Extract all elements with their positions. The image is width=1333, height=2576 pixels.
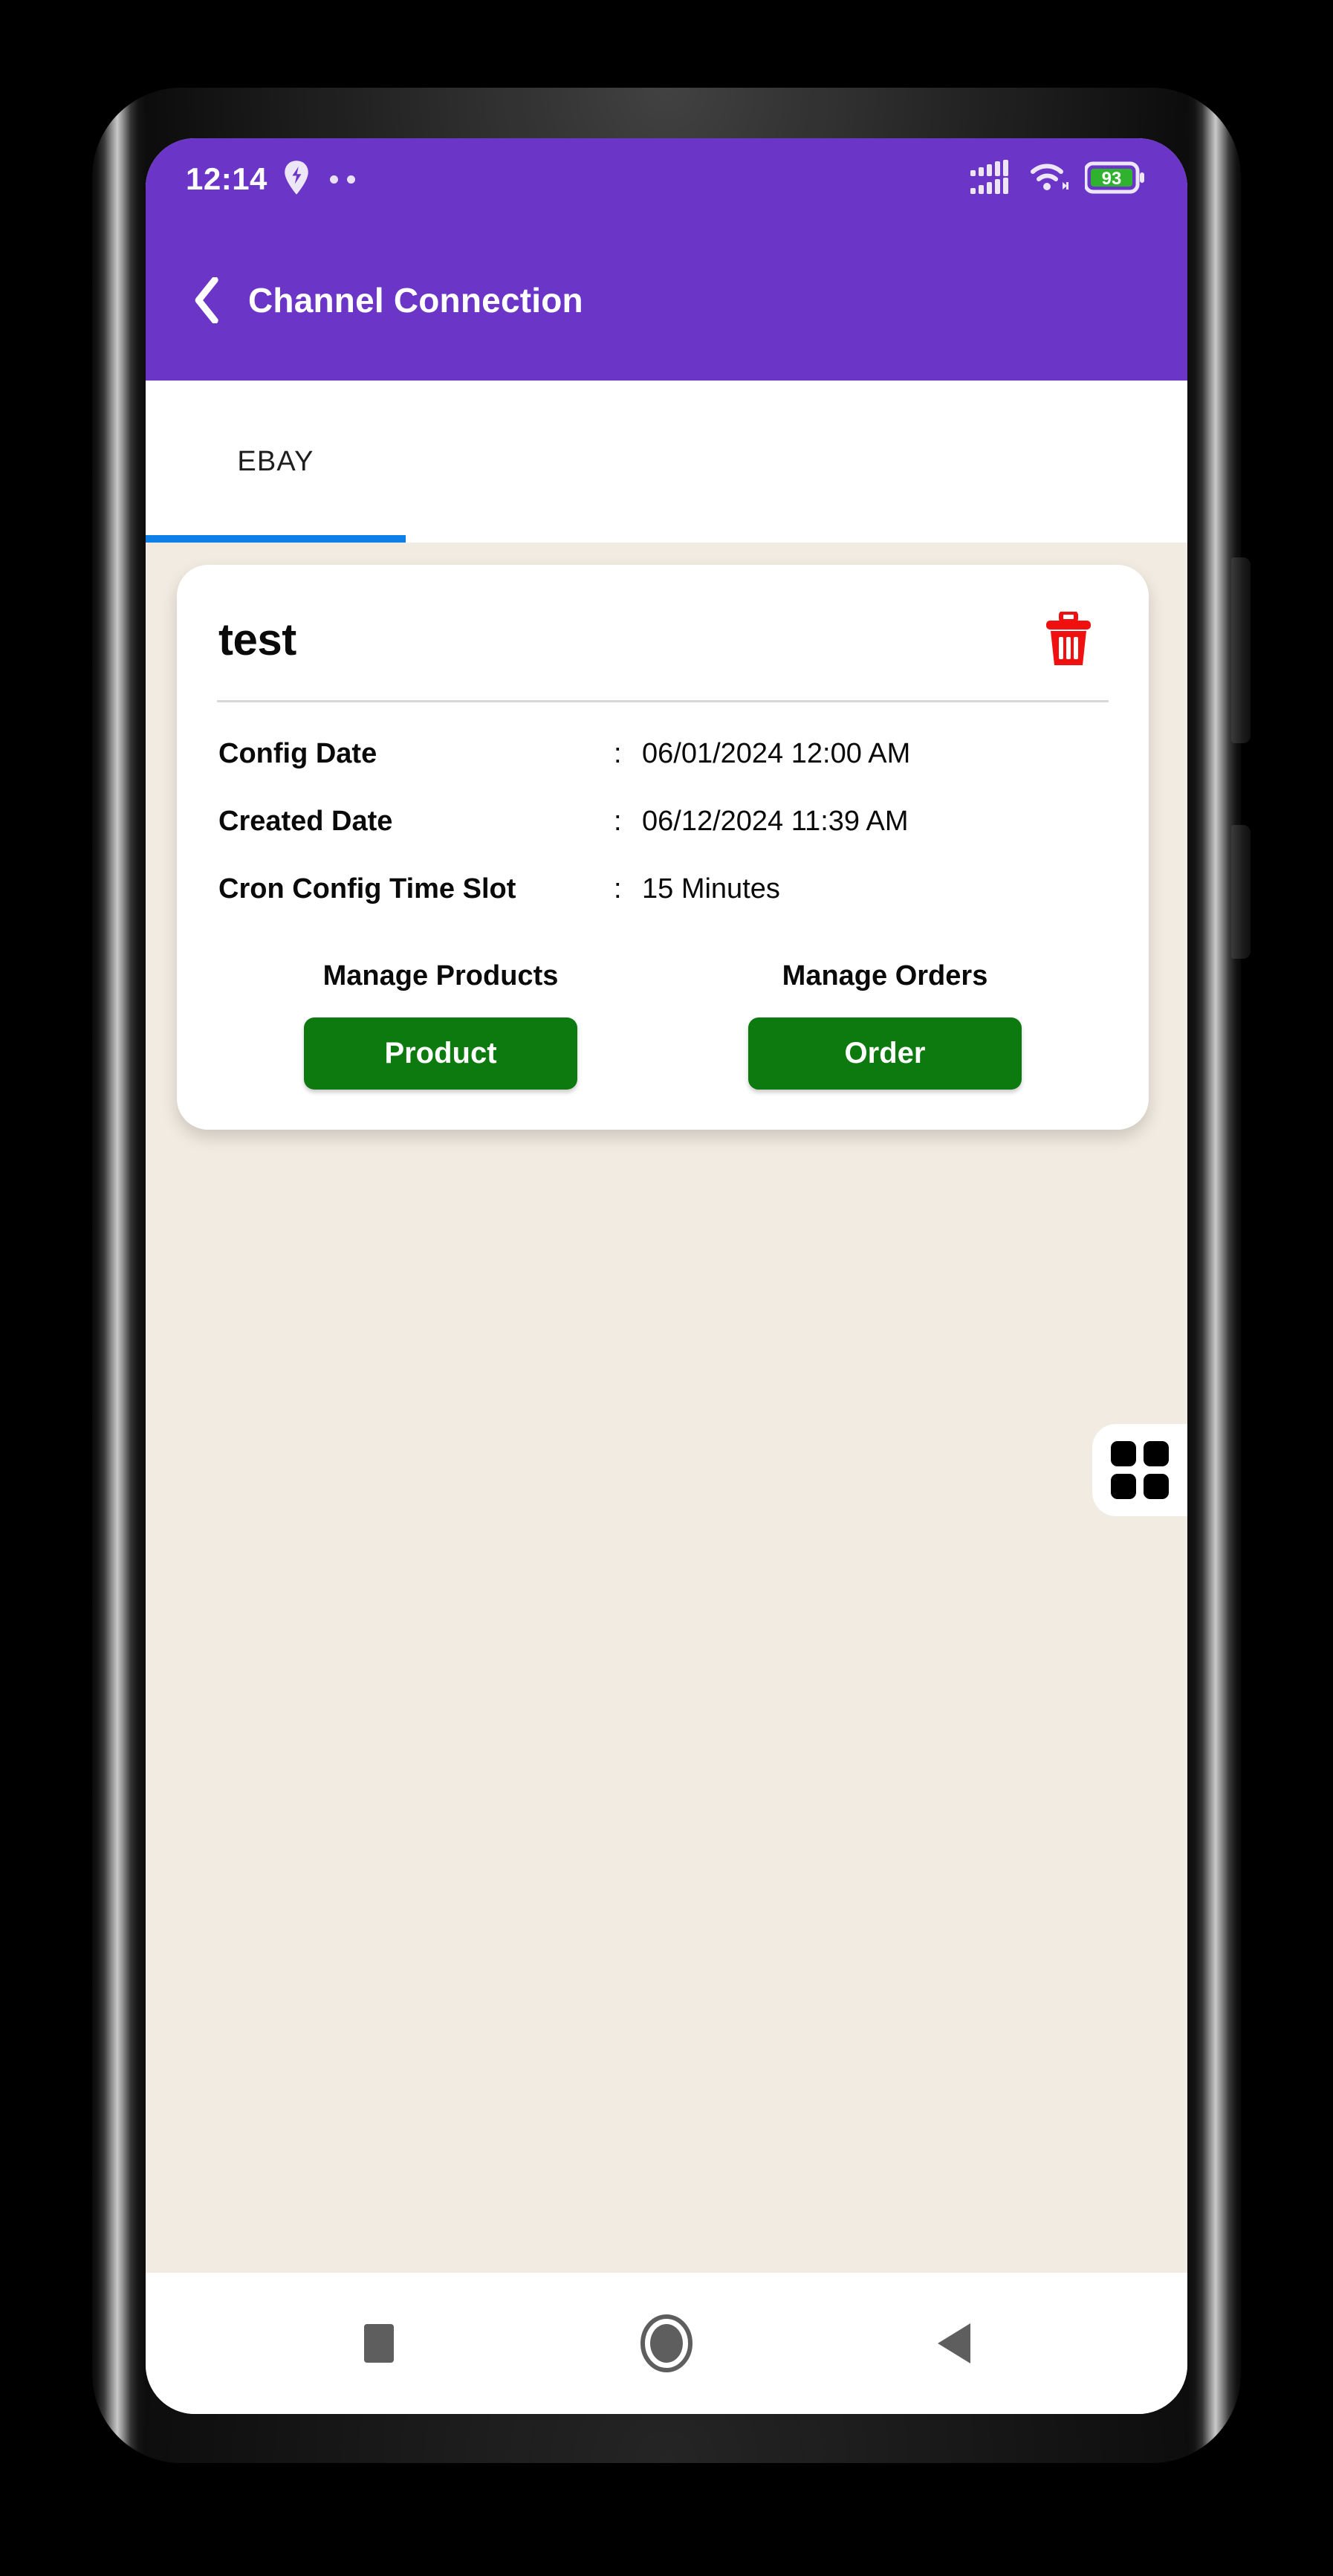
delete-button[interactable] <box>1037 608 1100 670</box>
location-pin-icon <box>281 160 312 198</box>
wifi-icon <box>1028 160 1070 199</box>
detail-value: 15 Minutes <box>642 873 780 904</box>
card-divider <box>217 700 1109 702</box>
status-bar-left: 12:14 <box>186 160 355 198</box>
card-title: test <box>218 614 296 664</box>
detail-value: 06/12/2024 11:39 AM <box>642 806 909 837</box>
volume-button[interactable] <box>1231 557 1251 743</box>
back-nav-button[interactable] <box>909 2299 999 2388</box>
grid-icon <box>1111 1441 1169 1499</box>
battery-icon: 93 <box>1083 161 1146 198</box>
trash-icon <box>1046 612 1091 665</box>
detail-label: Cron Config Time Slot <box>218 873 516 904</box>
app-bar: Channel Connection <box>146 220 1187 381</box>
tab-ebay-label: EBAY <box>237 445 314 477</box>
manage-products-group: Manage Products Product <box>218 960 663 1090</box>
app-grid-widget[interactable] <box>1092 1424 1187 1516</box>
detail-row: Created Date : 06/12/2024 11:39 AM <box>214 806 1112 838</box>
circle-icon <box>640 2314 693 2372</box>
detail-separator: : <box>614 738 622 769</box>
manage-products-title: Manage Products <box>322 960 559 991</box>
content-area: test Config Date: 06/01/2024 12:00 AM C… <box>146 543 1187 2273</box>
battery-level-text: 93 <box>1102 169 1122 189</box>
card-header: test <box>214 599 1112 670</box>
tab-indicator <box>146 535 406 543</box>
detail-label: Config Date <box>218 738 377 769</box>
triangle-left-icon <box>938 2323 971 2363</box>
phone-screen: 12:14 93 Channel Connection EBAY test Co… <box>146 138 1187 2414</box>
detail-separator: : <box>614 806 622 837</box>
channel-config-card: test Config Date: 06/01/2024 12:00 AM C… <box>177 565 1149 1130</box>
back-button[interactable] <box>180 272 236 329</box>
card-actions: Manage Products Product Manage Orders Or… <box>214 960 1112 1090</box>
product-button[interactable]: Product <box>304 1017 577 1090</box>
home-button[interactable] <box>622 2299 711 2388</box>
detail-value: 06/01/2024 12:00 AM <box>642 738 911 769</box>
tab-bar: EBAY <box>146 381 1187 543</box>
signal-bars-icon <box>970 159 1013 199</box>
status-bar: 12:14 93 <box>146 138 1187 220</box>
status-time: 12:14 <box>186 161 267 196</box>
detail-separator: : <box>614 873 622 904</box>
detail-label: Created Date <box>218 806 393 837</box>
tab-ebay[interactable]: EBAY <box>146 381 406 543</box>
manage-orders-group: Manage Orders Order <box>663 960 1107 1090</box>
notification-dots-icon <box>329 175 355 184</box>
recents-button[interactable] <box>334 2299 424 2388</box>
manage-orders-title: Manage Orders <box>782 960 988 991</box>
page-title: Channel Connection <box>248 281 583 320</box>
detail-row: Cron Config Time Slot : 15 Minutes <box>214 873 1112 905</box>
square-icon <box>363 2324 394 2363</box>
power-button[interactable] <box>1231 825 1251 959</box>
status-bar-right: 93 <box>970 159 1146 199</box>
order-button[interactable]: Order <box>748 1017 1022 1090</box>
android-nav-bar <box>146 2273 1187 2414</box>
detail-row: Config Date : 06/01/2024 12:00 AM <box>214 738 1112 770</box>
